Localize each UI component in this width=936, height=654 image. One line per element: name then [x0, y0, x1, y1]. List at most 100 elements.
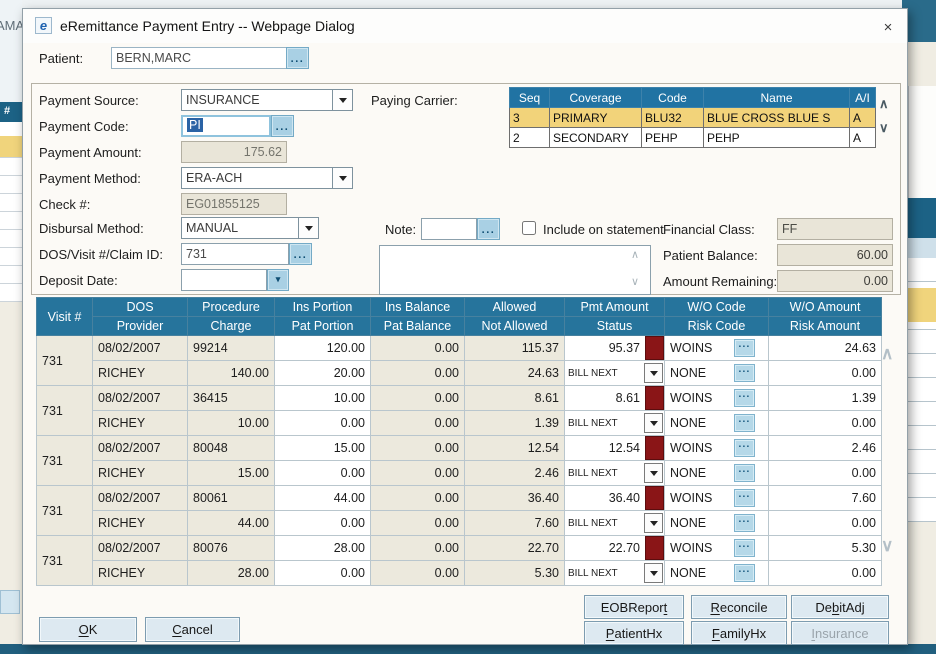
- wo-code-cell[interactable]: WOINS...: [665, 536, 769, 561]
- payment-source-select[interactable]: INSURANCE: [181, 89, 353, 111]
- deposit-date-dropdown-button[interactable]: ▾: [267, 269, 289, 291]
- ins-portion-cell[interactable]: 44.00: [275, 486, 371, 511]
- chevron-down-icon[interactable]: [332, 90, 352, 110]
- dialog-titlebar[interactable]: e eRemittance Payment Entry -- Webpage D…: [23, 9, 907, 43]
- carrier-code: PEHP: [642, 128, 704, 148]
- ins-portion-cell[interactable]: 120.00: [275, 336, 371, 361]
- status-cell[interactable]: BILL NEXT: [565, 411, 665, 436]
- dos-visit-claim-lookup-button[interactable]: ...: [289, 243, 312, 265]
- pat-portion-cell[interactable]: 0.00: [275, 461, 371, 486]
- chevron-down-icon[interactable]: [298, 218, 318, 238]
- wo-code-lookup-button[interactable]: ...: [734, 339, 755, 357]
- pat-portion-cell[interactable]: 0.00: [275, 411, 371, 436]
- eremittance-dialog: e eRemittance Payment Entry -- Webpage D…: [22, 8, 908, 645]
- risk-code-lookup-button[interactable]: ...: [734, 364, 755, 382]
- carrier-scroll-up-icon[interactable]: ∧: [879, 97, 889, 110]
- risk-code-cell[interactable]: NONE...: [665, 511, 769, 536]
- wo-amount-cell[interactable]: 7.60: [769, 486, 882, 511]
- patient-lookup-button[interactable]: ...: [286, 47, 309, 69]
- note-lookup-button[interactable]: ...: [477, 218, 500, 240]
- eob-report-button[interactable]: EOB Report: [584, 595, 684, 619]
- grid-scroll-up-icon[interactable]: ∧: [881, 345, 893, 362]
- family-hx-button[interactable]: Family Hx: [691, 621, 787, 645]
- wo-code-lookup-button[interactable]: ...: [734, 539, 755, 557]
- risk-code-cell[interactable]: NONE...: [665, 461, 769, 486]
- carrier-row[interactable]: 2 SECONDARY PEHP PEHP A: [510, 128, 876, 148]
- carrier-scroll-down-icon[interactable]: ∨: [879, 121, 889, 134]
- risk-amount-cell[interactable]: 0.00: [769, 511, 882, 536]
- risk-code-cell[interactable]: NONE...: [665, 411, 769, 436]
- status-dropdown-button[interactable]: [644, 363, 663, 383]
- webpage-dialog-icon: e: [35, 17, 52, 34]
- risk-amount-cell[interactable]: 0.00: [769, 411, 882, 436]
- carrier-row-selected[interactable]: 3 PRIMARY BLU32 BLUE CROSS BLUE S A: [510, 108, 876, 128]
- chevron-down-icon[interactable]: [332, 168, 352, 188]
- note-scroll-down-icon[interactable]: ∨: [631, 277, 639, 288]
- risk-code-lookup-button[interactable]: ...: [734, 464, 755, 482]
- pat-balance-cell: 0.00: [371, 361, 465, 386]
- deposit-date-input[interactable]: [181, 269, 267, 291]
- include-on-statement-checkbox[interactable]: [522, 221, 536, 235]
- pat-portion-cell[interactable]: 0.00: [275, 561, 371, 586]
- pmt-amount-cell[interactable]: 95.37: [565, 336, 665, 361]
- wo-code-cell[interactable]: WOINS...: [665, 336, 769, 361]
- grid-scroll-down-icon[interactable]: ∨: [881, 537, 893, 554]
- pmt-amount-cell[interactable]: 12.54: [565, 436, 665, 461]
- payment-method-select[interactable]: ERA-ACH: [181, 167, 353, 189]
- status-cell[interactable]: BILL NEXT: [565, 561, 665, 586]
- pmt-amount-cell[interactable]: 8.61: [565, 386, 665, 411]
- background-right-table-header: [908, 198, 936, 238]
- status-dropdown-button[interactable]: [644, 413, 663, 433]
- wo-amount-cell[interactable]: 1.39: [769, 386, 882, 411]
- close-icon[interactable]: ×: [877, 17, 899, 37]
- wo-amount-cell[interactable]: 5.30: [769, 536, 882, 561]
- wo-code-cell[interactable]: WOINS...: [665, 486, 769, 511]
- wo-code-lookup-button[interactable]: ...: [734, 489, 755, 507]
- note-label: Note:: [385, 222, 416, 237]
- cancel-button[interactable]: Cancel: [145, 617, 240, 642]
- status-dropdown-button[interactable]: [644, 463, 663, 483]
- wo-amount-cell[interactable]: 2.46: [769, 436, 882, 461]
- claim-row-service: 731 08/02/2007 36415 10.00 0.00 8.61 8.6…: [37, 386, 882, 411]
- ins-portion-cell[interactable]: 10.00: [275, 386, 371, 411]
- note-textarea[interactable]: [379, 245, 651, 295]
- patient-hx-button[interactable]: Patient Hx: [584, 621, 684, 645]
- pat-portion-cell[interactable]: 0.00: [275, 511, 371, 536]
- wo-amount-cell[interactable]: 24.63: [769, 336, 882, 361]
- risk-amount-cell[interactable]: 0.00: [769, 361, 882, 386]
- grid-col-risk-amount: Risk Amount: [769, 317, 882, 336]
- note-scroll-up-icon[interactable]: ∧: [631, 250, 639, 261]
- patient-input[interactable]: [111, 47, 287, 69]
- risk-code-cell[interactable]: NONE...: [665, 561, 769, 586]
- status-cell[interactable]: BILL NEXT: [565, 361, 665, 386]
- risk-code-lookup-button[interactable]: ...: [734, 514, 755, 532]
- wo-code-lookup-button[interactable]: ...: [734, 439, 755, 457]
- payment-code-input[interactable]: PI: [181, 115, 271, 137]
- charge-cell: 28.00: [188, 561, 275, 586]
- ins-portion-cell[interactable]: 28.00: [275, 536, 371, 561]
- dos-visit-claim-input[interactable]: [181, 243, 289, 265]
- payment-code-lookup-button[interactable]: ...: [271, 115, 294, 137]
- status-dropdown-button[interactable]: [644, 563, 663, 583]
- risk-amount-cell[interactable]: 0.00: [769, 461, 882, 486]
- wo-code-lookup-button[interactable]: ...: [734, 389, 755, 407]
- reconcile-button[interactable]: Reconcile: [691, 595, 787, 619]
- status-cell[interactable]: BILL NEXT: [565, 461, 665, 486]
- pat-portion-cell[interactable]: 20.00: [275, 361, 371, 386]
- pmt-amount-cell[interactable]: 22.70: [565, 536, 665, 561]
- note-input[interactable]: [421, 218, 477, 240]
- risk-amount-cell[interactable]: 0.00: [769, 561, 882, 586]
- risk-code-lookup-button[interactable]: ...: [734, 564, 755, 582]
- risk-code-cell[interactable]: NONE...: [665, 361, 769, 386]
- wo-code-cell[interactable]: WOINS...: [665, 436, 769, 461]
- grid-col-pmt-amount: Pmt Amount: [565, 298, 665, 317]
- debit-adj-button[interactable]: Debit Adj: [791, 595, 889, 619]
- status-dropdown-button[interactable]: [644, 513, 663, 533]
- status-cell[interactable]: BILL NEXT: [565, 511, 665, 536]
- risk-code-lookup-button[interactable]: ...: [734, 414, 755, 432]
- pmt-amount-cell[interactable]: 36.40: [565, 486, 665, 511]
- disbursal-method-select[interactable]: MANUAL: [181, 217, 319, 239]
- ok-button[interactable]: OK: [39, 617, 137, 642]
- wo-code-cell[interactable]: WOINS...: [665, 386, 769, 411]
- ins-portion-cell[interactable]: 15.00: [275, 436, 371, 461]
